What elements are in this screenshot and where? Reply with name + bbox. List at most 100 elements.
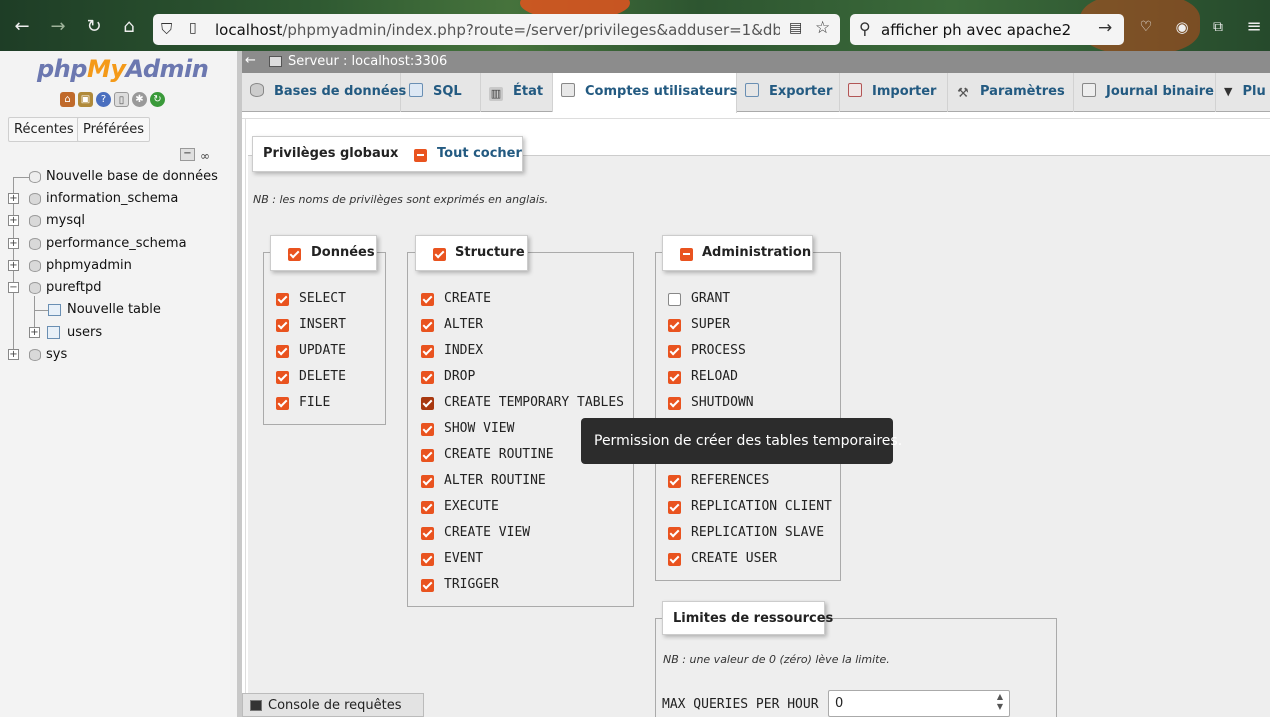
logout-icon[interactable]: ▣: [78, 92, 93, 107]
search-bar[interactable]: ⚲ afficher ph avec apache2 →: [850, 14, 1124, 45]
bookmark-star-icon[interactable]: ☆: [815, 18, 830, 38]
privilege-checkbox-alter[interactable]: [421, 319, 434, 332]
privilege-checkbox-create-user[interactable]: [668, 553, 681, 566]
home-icon[interactable]: ⌂: [60, 92, 75, 107]
menu-icon[interactable]: ≡: [1242, 15, 1266, 39]
expand-icon[interactable]: +: [8, 349, 19, 360]
privilege-label-process[interactable]: PROCESS: [691, 343, 746, 358]
tree-item-users[interactable]: users: [67, 323, 102, 343]
help-icon[interactable]: ?: [96, 92, 111, 107]
tab-user-accounts[interactable]: Comptes utilisateurs: [553, 73, 737, 113]
tree-item-performance-schema[interactable]: performance_schema: [46, 234, 187, 254]
tab-databases[interactable]: Bases de données: [242, 73, 406, 112]
tree-item-sys[interactable]: sys: [46, 345, 67, 365]
docs-icon[interactable]: ▯: [114, 92, 129, 107]
privilege-label-create-temporary-tables[interactable]: CREATE TEMPORARY TABLES: [444, 395, 624, 410]
privilege-checkbox-create-routine[interactable]: [421, 449, 434, 462]
privilege-checkbox-replication-slave[interactable]: [668, 527, 681, 540]
privilege-checkbox-execute[interactable]: [421, 501, 434, 514]
privilege-label-select[interactable]: SELECT: [299, 291, 346, 306]
privilege-checkbox-reload[interactable]: [668, 371, 681, 384]
pocket-icon[interactable]: ♡: [1134, 15, 1158, 39]
tab-recent[interactable]: Récentes: [8, 117, 80, 142]
settings-gear-icon[interactable]: ✱: [132, 92, 147, 107]
data-check-all-checkbox[interactable]: [288, 248, 301, 261]
check-all-label[interactable]: Tout cocher: [437, 137, 522, 171]
expand-icon[interactable]: +: [8, 215, 19, 226]
privilege-checkbox-drop[interactable]: [421, 371, 434, 384]
privilege-label-replication-slave[interactable]: REPLICATION SLAVE: [691, 525, 824, 540]
expand-icon[interactable]: +: [29, 327, 40, 338]
check-all-checkbox[interactable]: [414, 149, 427, 162]
privilege-checkbox-grant[interactable]: [668, 293, 681, 306]
structure-check-all-checkbox[interactable]: [433, 248, 446, 261]
tree-item-new-database[interactable]: Nouvelle base de données: [46, 167, 218, 187]
tab-favorites[interactable]: Préférées: [77, 117, 151, 142]
collapse-sidebar-icon[interactable]: ←: [245, 53, 256, 68]
privilege-label-insert[interactable]: INSERT: [299, 317, 346, 332]
collapse-icon[interactable]: −: [8, 282, 19, 293]
privilege-checkbox-event[interactable]: [421, 553, 434, 566]
home-icon[interactable]: ⌂: [117, 15, 141, 39]
phpmyadmin-logo[interactable]: phpMyAdmin: [37, 55, 209, 83]
tab-settings[interactable]: ⚒ Paramètres: [948, 73, 1074, 112]
admin-check-all-checkbox[interactable]: [680, 248, 693, 261]
privilege-label-trigger[interactable]: TRIGGER: [444, 577, 499, 592]
privilege-checkbox-replication-client[interactable]: [668, 501, 681, 514]
link-with-main-icon[interactable]: ∞: [200, 149, 210, 163]
privilege-label-file[interactable]: FILE: [299, 395, 330, 410]
privilege-label-shutdown[interactable]: SHUTDOWN: [691, 395, 754, 410]
privilege-checkbox-create-view[interactable]: [421, 527, 434, 540]
privilege-label-create[interactable]: CREATE: [444, 291, 491, 306]
tree-item-phpmyadmin[interactable]: phpmyadmin: [46, 256, 132, 276]
tree-item-mysql[interactable]: mysql: [46, 211, 85, 231]
privilege-label-index[interactable]: INDEX: [444, 343, 483, 358]
reload-navigation-icon[interactable]: ↻: [150, 92, 165, 107]
privilege-label-create-routine[interactable]: CREATE ROUTINE: [444, 447, 554, 462]
tree-item-new-table[interactable]: Nouvelle table: [67, 300, 161, 320]
privilege-label-delete[interactable]: DELETE: [299, 369, 346, 384]
max-queries-input[interactable]: 0 ▲ ▼: [828, 690, 1010, 717]
sql-console-toggle[interactable]: Console de requêtes SQL: [242, 693, 424, 717]
privilege-checkbox-show-view[interactable]: [421, 423, 434, 436]
privilege-label-super[interactable]: SUPER: [691, 317, 730, 332]
privilege-checkbox-select[interactable]: [276, 293, 289, 306]
privilege-checkbox-create[interactable]: [421, 293, 434, 306]
tab-import[interactable]: Importer: [840, 73, 948, 112]
url-bar[interactable]: ⛉ ▯ localhost/phpmyadmin/index.php?route…: [153, 14, 840, 45]
account-icon[interactable]: ◉: [1170, 15, 1194, 39]
privilege-checkbox-update[interactable]: [276, 345, 289, 358]
privilege-checkbox-create-temporary-tables[interactable]: [421, 397, 434, 410]
collapse-all-icon[interactable]: −: [180, 148, 195, 161]
privilege-label-create-user[interactable]: CREATE USER: [691, 551, 777, 566]
reload-icon[interactable]: ↻: [82, 15, 106, 39]
privilege-checkbox-trigger[interactable]: [421, 579, 434, 592]
privilege-checkbox-alter-routine[interactable]: [421, 475, 434, 488]
reader-icon[interactable]: ▤: [789, 20, 802, 36]
privilege-label-execute[interactable]: EXECUTE: [444, 499, 499, 514]
tree-item-pureftpd[interactable]: pureftpd: [46, 278, 102, 298]
spinner-icon[interactable]: ▲ ▼: [997, 692, 1003, 712]
tab-sql[interactable]: SQL: [401, 73, 481, 112]
privilege-checkbox-insert[interactable]: [276, 319, 289, 332]
privilege-checkbox-process[interactable]: [668, 345, 681, 358]
privilege-checkbox-super[interactable]: [668, 319, 681, 332]
shield-icon[interactable]: ⛉: [161, 20, 172, 38]
privilege-label-drop[interactable]: DROP: [444, 369, 475, 384]
server-label[interactable]: Serveur : localhost:3306: [288, 54, 447, 69]
tab-status[interactable]: ▥ État: [481, 73, 553, 112]
privilege-checkbox-shutdown[interactable]: [668, 397, 681, 410]
privilege-label-references[interactable]: REFERENCES: [691, 473, 769, 488]
forward-icon[interactable]: →: [46, 15, 70, 39]
privilege-label-show-view[interactable]: SHOW VIEW: [444, 421, 514, 436]
go-arrow-icon[interactable]: →: [1098, 18, 1112, 38]
back-icon[interactable]: ←: [10, 15, 34, 39]
privilege-checkbox-delete[interactable]: [276, 371, 289, 384]
privilege-checkbox-file[interactable]: [276, 397, 289, 410]
search-input[interactable]: afficher ph avec apache2: [881, 21, 1071, 39]
privilege-checkbox-references[interactable]: [668, 475, 681, 488]
extensions-icon[interactable]: ⧉: [1206, 15, 1230, 39]
privilege-label-reload[interactable]: RELOAD: [691, 369, 738, 384]
privilege-checkbox-index[interactable]: [421, 345, 434, 358]
privilege-label-event[interactable]: EVENT: [444, 551, 483, 566]
